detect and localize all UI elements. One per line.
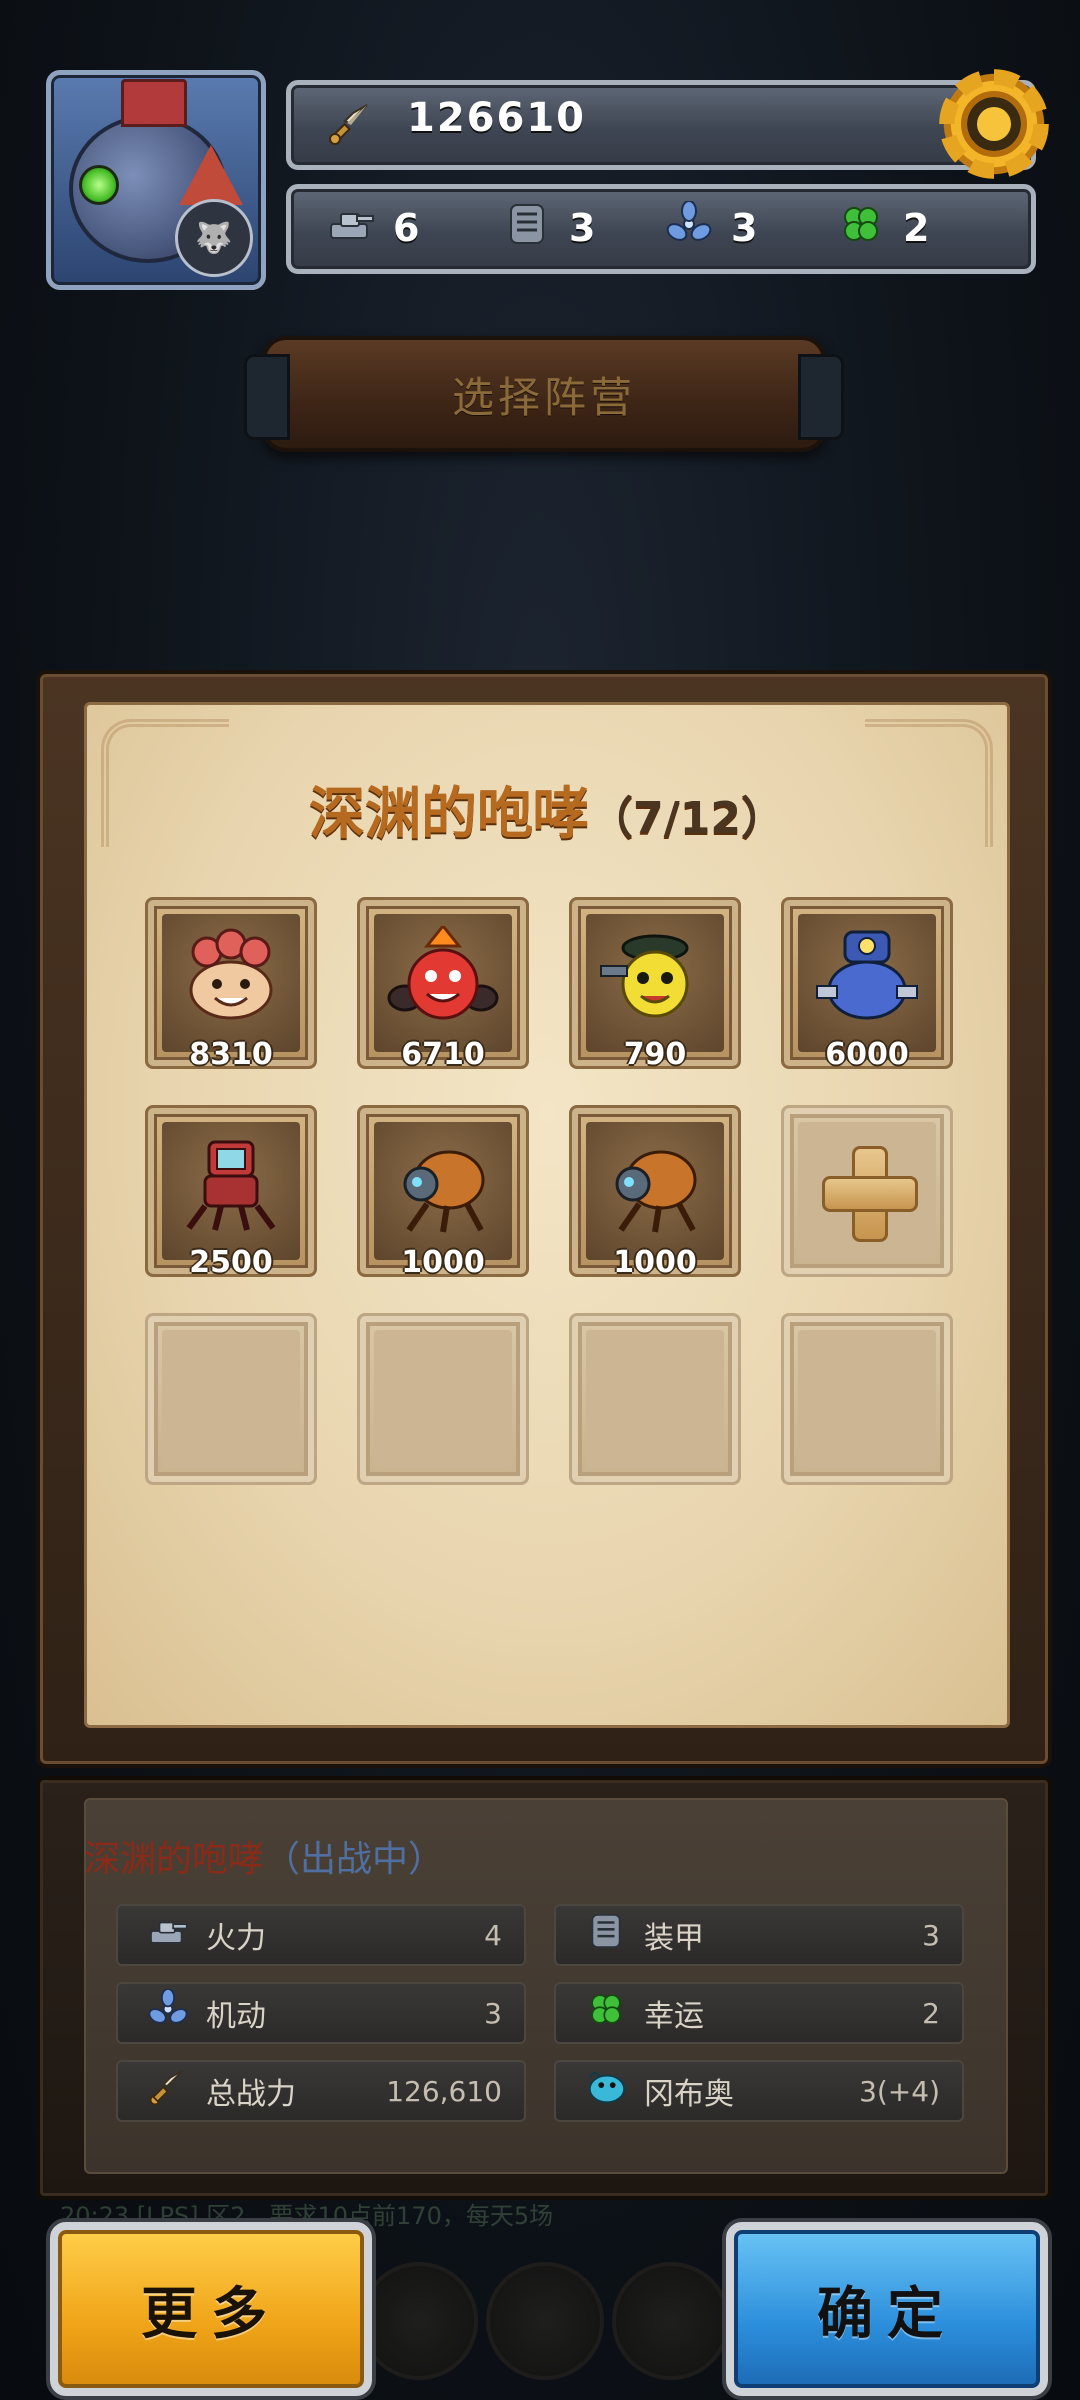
- creature-slot[interactable]: 1000: [357, 1105, 529, 1280]
- background-nav-icon: [486, 2262, 604, 2380]
- creature-cost: 1000: [613, 1245, 697, 1280]
- creature-cost: 6000: [825, 1037, 909, 1072]
- stats-bar: 6 3 3 2: [286, 184, 1036, 274]
- camp-info-title: 深渊的咆哮（出战中）: [84, 1830, 444, 1882]
- stat-row-firepower: 火力 4: [116, 1904, 526, 1966]
- empty-slot: [569, 1313, 741, 1485]
- armor-plate-icon: [578, 1912, 634, 1958]
- power-value: 126610: [407, 95, 586, 141]
- creature-slot[interactable]: 6710: [357, 897, 529, 1072]
- camp-count: （7/12）: [589, 793, 785, 844]
- creature-cost: 1000: [401, 1245, 485, 1280]
- creature-slot[interactable]: 1000: [569, 1105, 741, 1280]
- select-camp-plank[interactable]: 选择阵营: [244, 336, 844, 452]
- creature-slot[interactable]: 790: [569, 897, 741, 1072]
- red-fire-creature-icon: [387, 926, 499, 1020]
- add-creature-slot[interactable]: [781, 1105, 953, 1277]
- creature-cost: 2500: [189, 1245, 273, 1280]
- empty-slot: [781, 1313, 953, 1485]
- fish-pet-icon: [578, 2067, 634, 2115]
- spider-bot-creature-icon: [615, 1150, 697, 1233]
- background-nav-icon: [360, 2262, 478, 2380]
- stat-armor: 3: [501, 201, 595, 255]
- stat-firepower: 6: [325, 201, 419, 255]
- avatar-castle-hat: [121, 79, 187, 127]
- creature-slot[interactable]: 6000: [781, 897, 953, 1072]
- armor-plate-icon: [501, 202, 553, 255]
- empty-slot: [145, 1313, 317, 1485]
- tank-turret-icon: [325, 204, 377, 253]
- creature-grid: 8310 6710 790 6000 2500 1000 1000: [145, 897, 953, 1485]
- clover-icon: [835, 201, 887, 256]
- avatar-tower: [179, 145, 243, 205]
- camp-name: 深渊的咆哮: [309, 782, 590, 847]
- sword-icon: [140, 2067, 196, 2115]
- stat-luck: 2: [835, 201, 929, 255]
- camp-info-name: 深渊的咆哮: [84, 1839, 265, 1880]
- spider-bot-creature-icon: [403, 1150, 485, 1233]
- camp-title: 深渊的咆哮（7/12）: [87, 769, 1007, 850]
- background-nav-icon: [612, 2262, 730, 2380]
- clover-icon: [578, 1989, 634, 2037]
- creature-cost: 8310: [189, 1037, 273, 1072]
- camp-panel-frame: 深渊的咆哮（7/12） 8310 6710 790 6000 2500 1000…: [36, 670, 1052, 1768]
- empty-slot: [357, 1313, 529, 1485]
- select-camp-title: 选择阵营: [451, 372, 636, 422]
- avatar-eye: [79, 165, 119, 205]
- camp-panel-paper: 深渊的咆哮（7/12） 8310 6710 790 6000 2500 1000…: [84, 702, 1010, 1728]
- stat-row-luck: 幸运 2: [554, 1982, 964, 2044]
- propeller-icon: [140, 1988, 196, 2037]
- stat-mobility: 3: [663, 199, 757, 256]
- player-avatar[interactable]: 🐺: [46, 70, 266, 290]
- tank-turret-icon: [140, 1914, 196, 1956]
- stat-row-gumball: 冈布奥 3(+4): [554, 2060, 964, 2122]
- power-bar: 126610: [286, 69, 1049, 179]
- creature-cost: 6710: [401, 1037, 485, 1072]
- wolf-badge-icon: 🐺: [175, 199, 253, 277]
- confirm-button[interactable]: 确定: [726, 2222, 1048, 2396]
- propeller-icon: [663, 199, 715, 256]
- plus-icon: [822, 1146, 918, 1242]
- creature-slot[interactable]: 8310: [145, 897, 317, 1072]
- stat-row-armor: 装甲 3: [554, 1904, 964, 1966]
- settings-gear-icon[interactable]: [939, 69, 1049, 179]
- sword-icon: [325, 99, 375, 149]
- camp-status: （出战中）: [264, 1839, 445, 1880]
- more-button[interactable]: 更多: [50, 2222, 372, 2396]
- blue-robot-creature-icon: [816, 930, 918, 1020]
- red-tv-mech-creature-icon: [186, 1140, 276, 1232]
- yellow-officer-creature-icon: [600, 934, 689, 1018]
- stat-row-total-power: 总战力 126,610: [116, 2060, 526, 2122]
- creature-cost: 790: [623, 1037, 687, 1072]
- stat-row-mobility: 机动 3: [116, 1982, 526, 2044]
- creature-slot[interactable]: 2500: [145, 1105, 317, 1280]
- coral-crab-creature-icon: [189, 928, 273, 1020]
